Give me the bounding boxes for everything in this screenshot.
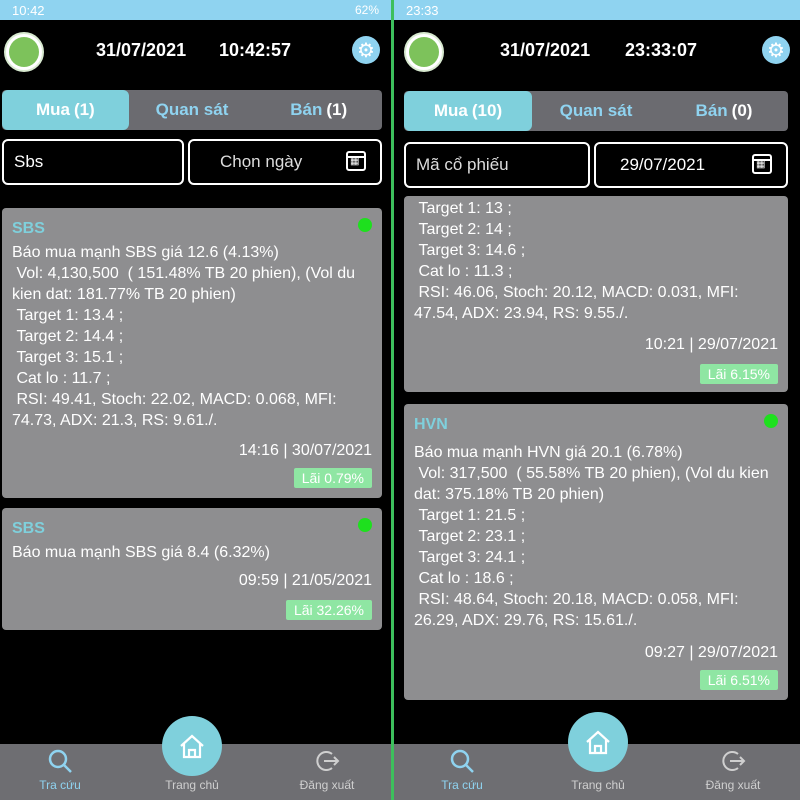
phone-screen-right: 23:33 31/07/2021 23:33:07 ⚙ Mua (10) Qua… [394, 0, 800, 800]
tab-watch[interactable]: Quan sát [129, 90, 256, 130]
search-icon [48, 749, 72, 773]
card-timestamp: 10:21 | 29/07/2021 [644, 336, 778, 353]
status-bar: 10:42 62% [0, 0, 391, 20]
app-header: 31/07/2021 10:42:57 ⚙ [0, 20, 391, 80]
tab-sell[interactable]: Bán (0) [660, 91, 788, 131]
tab-sell-label: Bán [695, 101, 728, 120]
app-header: 31/07/2021 23:33:07 ⚙ [394, 20, 800, 80]
signal-card[interactable]: HVN Báo mua mạnh HVN giá 20.1 (6.78%) Vo… [404, 404, 788, 700]
tab-bar: Mua (1) Quan sát Bán (1) [2, 90, 382, 130]
home-icon [180, 734, 204, 759]
date-picker[interactable]: 29/07/2021 [594, 142, 788, 188]
tab-watch-label: Quan sát [559, 101, 633, 120]
nav-home-label: Trang chủ [571, 778, 625, 792]
nav-home-label-wrap: Trang chủ [160, 778, 224, 792]
nav-home-button[interactable] [568, 712, 628, 772]
status-time: 10:42 [12, 2, 45, 18]
stock-code-placeholder: Mã cổ phiếu [416, 155, 509, 174]
tab-bar: Mua (10) Quan sát Bán (0) [404, 91, 788, 131]
date-picker-value: 29/07/2021 [620, 155, 706, 174]
card-symbol: SBS [12, 520, 45, 537]
tab-sell-label: Bán [290, 100, 323, 119]
calendar-icon [752, 154, 772, 174]
signal-card[interactable]: SBS Báo mua mạnh SBS giá 8.4 (6.32%) 09:… [2, 508, 382, 630]
home-icon [586, 730, 610, 755]
stock-code-value: Sbs [14, 152, 44, 171]
app-logo[interactable] [404, 32, 444, 72]
header-date: 31/07/2021 [500, 40, 591, 60]
card-timestamp: 14:16 | 30/07/2021 [238, 442, 372, 459]
tab-buy-label: Mua [35, 100, 70, 119]
profit-badge: Lãi 32.26% [285, 600, 372, 620]
nav-logout[interactable]: Đăng xuất [698, 748, 768, 792]
card-timestamp: 09:59 | 21/05/2021 [238, 572, 372, 589]
profit-badge: Lãi 6.51% [699, 670, 778, 690]
nav-home-button[interactable] [162, 716, 222, 776]
status-time: 23:33 [406, 2, 439, 18]
tab-buy-count: (10) [471, 101, 503, 120]
nav-search-label: Tra cứu [441, 778, 483, 792]
tab-sell-count: (0) [731, 101, 753, 120]
signal-card[interactable]: SBS Báo mua mạnh SBS giá 12.6 (4.13%) Vo… [2, 208, 382, 498]
stock-code-input[interactable]: Mã cổ phiếu [404, 142, 590, 188]
tab-buy-count: (1) [73, 100, 95, 119]
card-symbol: HVN [414, 416, 448, 433]
logout-icon [316, 751, 340, 771]
tab-buy-label: Mua [433, 101, 468, 120]
status-dot-icon [764, 414, 778, 428]
tab-sell[interactable]: Bán (1) [255, 90, 382, 130]
tab-watch[interactable]: Quan sát [532, 91, 660, 131]
nav-home-label-wrap: Trang chủ [566, 778, 630, 792]
tab-buy[interactable]: Mua (1) [2, 90, 129, 130]
nav-logout-label: Đăng xuất [299, 778, 355, 792]
nav-search[interactable]: Tra cứu [34, 748, 86, 792]
tab-watch-label: Quan sát [155, 100, 229, 119]
status-dot-icon [358, 518, 372, 532]
card-body: Báo mua mạnh SBS giá 12.6 (4.13%) Vol: 4… [12, 244, 356, 429]
card-body: Báo mua mạnh HVN giá 20.1 (6.78%) Vol: 3… [414, 444, 769, 629]
card-symbol: SBS [12, 220, 45, 237]
logout-icon [722, 751, 746, 771]
header-time: 10:42:57 [219, 40, 292, 60]
calendar-icon [346, 151, 366, 171]
profit-badge: Lãi 0.79% [293, 468, 372, 488]
header-time: 23:33:07 [625, 40, 698, 60]
settings-gear-icon[interactable]: ⚙ [762, 36, 790, 64]
date-picker-value: Chọn ngày [220, 152, 303, 171]
tab-buy[interactable]: Mua (10) [404, 91, 532, 131]
nav-home-label: Trang chủ [165, 778, 219, 792]
nav-logout[interactable]: Đăng xuất [292, 748, 362, 792]
date-picker[interactable]: Chọn ngày [188, 139, 382, 185]
card-timestamp: 09:27 | 29/07/2021 [644, 644, 778, 661]
nav-logout-label: Đăng xuất [705, 778, 761, 792]
status-bar: 23:33 [394, 0, 800, 20]
app-logo[interactable] [4, 32, 44, 72]
signal-card[interactable]: Target 1: 13 ; Target 2: 14 ; Target 3: … [404, 196, 788, 392]
card-body: Target 1: 13 ; Target 2: 14 ; Target 3: … [414, 200, 739, 322]
tab-sell-count: (1) [326, 100, 348, 119]
settings-gear-icon[interactable]: ⚙ [352, 36, 380, 64]
status-dot-icon [358, 218, 372, 232]
card-body: Báo mua mạnh SBS giá 8.4 (6.32%) [12, 544, 270, 561]
stock-code-input[interactable]: Sbs [2, 139, 184, 185]
nav-search[interactable]: Tra cứu [436, 748, 488, 792]
nav-search-label: Tra cứu [39, 778, 81, 792]
profit-badge: Lãi 6.15% [699, 364, 778, 384]
search-icon [450, 749, 474, 773]
battery-level: 62% [354, 3, 379, 17]
phone-screen-left: 10:42 62% 31/07/2021 10:42:57 ⚙ Mua (1) … [0, 0, 391, 800]
header-date: 31/07/2021 [96, 40, 187, 60]
